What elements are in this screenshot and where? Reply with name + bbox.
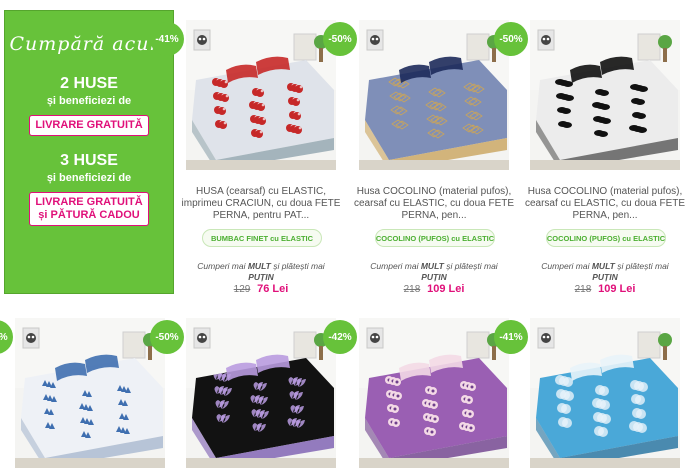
deal-bold: MULT xyxy=(247,261,271,271)
promo-banner[interactable]: Cumpără acum 2 HUSE și beneficiezi de LI… xyxy=(4,10,174,294)
new-price: 109 Lei xyxy=(427,283,465,295)
product-title[interactable]: Husa COCOLINO (material pufos), cearsaf … xyxy=(524,186,686,224)
deal-text: Cumperi mai MULT și plătești mai PUȚIN xyxy=(530,261,680,283)
material-tag: COCOLINO (PUFOS) cu ELASTIC xyxy=(375,229,495,247)
deal-pre: Cumperi mai xyxy=(197,261,248,271)
material-tag: BUMBAC FINET cu ELASTIC xyxy=(202,229,322,247)
discount-badge: -50% xyxy=(323,22,357,56)
old-price: 218 xyxy=(574,284,592,295)
price-row: 218 109 Lei xyxy=(359,283,509,295)
product-title[interactable]: HUSA (cearsaf) cu ELASTIC, imprimeu CRAC… xyxy=(180,186,342,224)
old-price: 129 xyxy=(233,284,251,295)
product-title[interactable]: Husa COCOLINO (material pufos), cearsaf … xyxy=(353,186,515,224)
promo-pill-line1: LIVRARE GRATUITĂ xyxy=(35,196,143,208)
discount-badge: -41% xyxy=(150,22,184,56)
product-image[interactable] xyxy=(186,20,336,170)
promo-offer-3-sub: și beneficiezi de xyxy=(46,172,132,184)
discount-badge: -42% xyxy=(0,320,13,354)
product-image[interactable] xyxy=(359,318,509,468)
old-price: 218 xyxy=(403,284,421,295)
deal-mid: și plătești mai xyxy=(614,261,669,271)
deal-bold-2: PUȚIN xyxy=(248,272,274,282)
promo-offer-3-title: 3 HUSE xyxy=(60,152,118,169)
promo-pill-free-delivery: LIVRARE GRATUITĂ xyxy=(29,115,149,136)
deal-pre: Cumperi mai xyxy=(541,261,592,271)
deal-mid: și plătești mai xyxy=(443,261,498,271)
promo-pill-line2: și PĂTURĂ CADOU xyxy=(38,209,140,221)
deal-text: Cumperi mai MULT și plătești mai PUȚIN xyxy=(186,261,336,283)
discount-badge: -50% xyxy=(494,22,528,56)
product-image[interactable] xyxy=(530,20,680,170)
deal-mid: și plătești mai xyxy=(270,261,325,271)
promo-offer-2-sub: și beneficiezi de xyxy=(46,95,132,107)
price-row: 129 76 Lei xyxy=(186,283,336,295)
promo-title: Cumpără acum xyxy=(9,33,169,55)
deal-bold-2: PUȚIN xyxy=(592,272,618,282)
discount-badge: -42% xyxy=(323,320,357,354)
promo-pill-delivery-gift: LIVRARE GRATUITĂ și PĂTURĂ CADOU xyxy=(29,192,149,226)
deal-bold-2: PUȚIN xyxy=(421,272,447,282)
discount-badge: -41% xyxy=(494,320,528,354)
new-price: 109 Lei xyxy=(598,283,636,295)
product-image[interactable] xyxy=(530,318,680,468)
new-price: 76 Lei xyxy=(257,283,289,295)
promo-offer-2-title: 2 HUSE xyxy=(60,75,118,92)
deal-bold: MULT xyxy=(420,261,444,271)
deal-text: Cumperi mai MULT și plătești mai PUȚIN xyxy=(359,261,509,283)
material-tag: COCOLINO (PUFOS) cu ELASTIC xyxy=(546,229,666,247)
deal-bold: MULT xyxy=(591,261,615,271)
discount-badge: -50% xyxy=(150,320,184,354)
product-image[interactable] xyxy=(359,20,509,170)
deal-pre: Cumperi mai xyxy=(370,261,421,271)
product-image[interactable] xyxy=(186,318,336,468)
product-image[interactable] xyxy=(15,318,165,468)
price-row: 218 109 Lei xyxy=(530,283,680,295)
